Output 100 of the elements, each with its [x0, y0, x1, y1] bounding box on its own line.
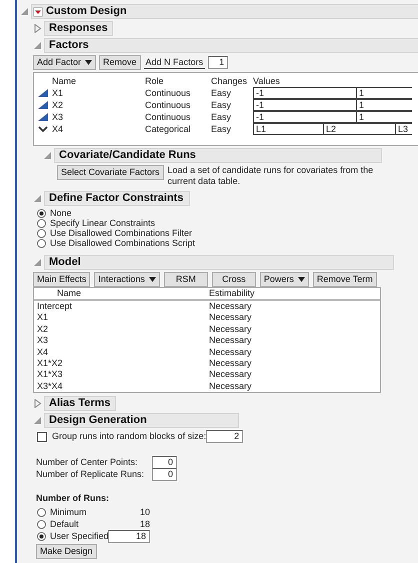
runs-heading: Number of Runs:	[36, 493, 109, 504]
menu-button[interactable]: Powers	[260, 272, 309, 287]
collapse-icon[interactable]	[33, 258, 42, 267]
factor-name[interactable]: X2	[52, 100, 64, 110]
menu-button[interactable]: Interactions	[94, 272, 160, 287]
value-field[interactable]: L2	[323, 123, 395, 135]
table-cell: Necessary	[209, 301, 252, 311]
factor-name[interactable]: X4	[52, 124, 64, 134]
caret-icon	[85, 60, 92, 65]
radio-button[interactable]	[37, 532, 46, 541]
toolbar-button[interactable]: Cross	[212, 272, 256, 287]
radio-button[interactable]	[37, 208, 46, 218]
table-cell: Necessary	[209, 312, 252, 322]
table-cell: Intercept	[37, 301, 72, 311]
run-count-field[interactable]: 18	[108, 530, 150, 543]
table-cell: X2	[37, 324, 48, 334]
column-header: Name	[52, 76, 76, 86]
section-header[interactable]: Responses	[44, 21, 113, 36]
checkbox[interactable]	[37, 432, 47, 442]
table-cell: X1*X2	[37, 358, 63, 368]
center-points-field[interactable]: 0	[152, 456, 177, 469]
table-cell-text: Continuous	[145, 88, 192, 98]
replicate-runs-field[interactable]: 0	[152, 468, 177, 481]
block-size-field[interactable]: 2	[206, 430, 244, 444]
section-header[interactable]: Covariate/Candidate Runs	[54, 148, 382, 163]
table-cell: Necessary	[209, 369, 252, 380]
column-header: Estimability	[209, 288, 255, 298]
toolbar-button[interactable]: Remove Term	[312, 272, 377, 287]
caret-icon	[148, 277, 156, 282]
option-label: None	[50, 208, 72, 218]
remove-button[interactable]: Remove	[99, 55, 141, 70]
description-text: Load a set of candidate runs for covariates from the current data table.	[168, 165, 374, 187]
collapse-icon[interactable]	[43, 151, 52, 160]
value-field[interactable]: 1	[356, 111, 412, 123]
expand-icon[interactable]	[33, 24, 42, 33]
value-field[interactable]: L1	[253, 123, 323, 135]
chevron-icon	[38, 125, 48, 133]
value-field[interactable]: -1	[253, 87, 356, 99]
table-cell: Necessary	[209, 324, 252, 334]
value-field[interactable]: -1	[253, 111, 356, 123]
table-cell: X3*X4	[37, 380, 63, 391]
menu-icon[interactable]	[33, 6, 43, 16]
table-cell-text: Easy	[211, 88, 232, 98]
collapse-icon[interactable]	[33, 416, 42, 426]
table-cell-text: Easy	[211, 100, 232, 110]
collapse-icon[interactable]	[20, 7, 29, 16]
table-cell: Necessary	[209, 335, 252, 346]
factor-name[interactable]: X1	[52, 88, 64, 98]
value-field[interactable]: L3	[395, 123, 412, 135]
column-header: Values	[253, 76, 280, 86]
table-cell: X4	[37, 346, 48, 357]
section-header[interactable]: Factors	[44, 38, 418, 53]
option-label: Default	[50, 518, 80, 530]
table-cell-text: Continuous	[145, 112, 192, 122]
column-header: Name	[57, 288, 82, 298]
run-count: 18	[138, 518, 150, 530]
radio-button[interactable]	[37, 218, 46, 228]
caret-icon	[298, 277, 305, 282]
add-factor-button[interactable]: Add Factor	[33, 55, 96, 70]
option-label: Specify Linear Constraints	[50, 218, 156, 228]
n-factors-field[interactable]: 1	[208, 56, 228, 69]
select-covariate-factors-button[interactable]: Select Covariate Factors	[57, 165, 164, 180]
table-cell-text: Categorical	[145, 124, 192, 134]
table-cell: Necessary	[209, 380, 252, 391]
table-cell: X1	[37, 312, 48, 322]
factor-name[interactable]: X3	[52, 112, 64, 122]
section-header[interactable]: Define Factor Constraints	[44, 191, 190, 206]
expand-icon[interactable]	[33, 399, 42, 408]
value-field[interactable]: 1	[356, 87, 412, 99]
run-count: 10	[138, 506, 150, 518]
field-label: Number of Replicate Runs:	[36, 468, 146, 480]
section-header[interactable]: Model	[44, 255, 394, 270]
table-cell: Necessary	[209, 358, 252, 368]
section-title: Custom Design	[46, 5, 127, 18]
toolbar-button[interactable]: Main Effects	[33, 272, 90, 287]
table-cell-text: Easy	[211, 112, 232, 122]
value-field[interactable]: 1	[356, 99, 412, 111]
option-label: Use Disallowed Combinations Filter	[50, 228, 192, 238]
table-cell: X1*X3	[37, 369, 63, 380]
section-header[interactable]: Alias Terms	[44, 396, 116, 412]
radio-button[interactable]	[37, 508, 46, 517]
radio-button[interactable]	[37, 228, 46, 238]
radio-button[interactable]	[37, 520, 46, 529]
toolbar-button[interactable]: RSM	[164, 272, 208, 287]
radio-button[interactable]	[37, 238, 46, 248]
option-label: Use Disallowed Combinations Script	[50, 238, 196, 248]
table-cell: X3	[37, 335, 48, 346]
collapse-icon[interactable]	[33, 41, 42, 50]
option-label: Minimum	[50, 506, 88, 518]
column-header: Changes	[211, 76, 248, 86]
table-cell: Necessary	[209, 346, 252, 357]
field-label: Number of Center Points:	[36, 456, 139, 468]
table-cell-text: Easy	[211, 124, 232, 134]
add-n-factors-label: Add N Factors	[144, 56, 206, 68]
make-design-button[interactable]: Make Design	[36, 544, 97, 560]
column-header: Role	[145, 76, 164, 86]
collapse-icon[interactable]	[33, 194, 42, 203]
checkbox-label: Group runs into random blocks of size:	[52, 431, 206, 442]
section-header[interactable]: Design Generation	[44, 413, 239, 428]
value-field[interactable]: -1	[253, 99, 356, 111]
